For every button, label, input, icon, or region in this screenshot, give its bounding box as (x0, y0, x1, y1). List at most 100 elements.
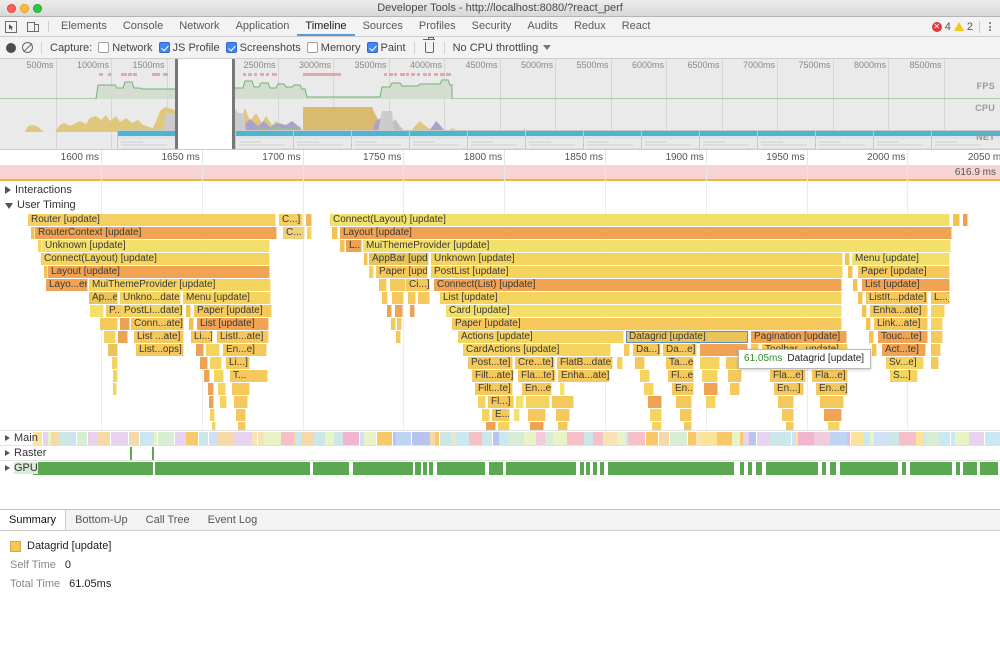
flame-bar[interactable]: PostLi...date] (121, 305, 183, 317)
flame-bar[interactable]: List [update] (197, 318, 269, 330)
gpu-track-event[interactable] (830, 462, 836, 475)
main-track-event[interactable] (670, 432, 687, 445)
timeline-overview[interactable]: 500ms1000ms1500ms2000ms2500ms3000ms3500m… (0, 59, 1000, 149)
flame-bar[interactable]: FlatB...date] (557, 357, 613, 369)
flame-bar-unlabeled[interactable] (206, 344, 220, 356)
flame-bar[interactable]: T... (230, 370, 268, 382)
flame-bar[interactable]: Unknown [update] (431, 253, 843, 265)
flame-bar-unlabeled[interactable] (209, 396, 214, 408)
main-track-event[interactable] (749, 432, 756, 445)
flame-bar[interactable]: Paper [update] (376, 266, 428, 278)
raster-track-event[interactable] (152, 447, 154, 460)
flame-bar-unlabeled[interactable] (232, 383, 250, 395)
flame-bar[interactable]: ListI...ate] (217, 331, 269, 343)
flame-bar[interactable]: En...e] (223, 344, 267, 356)
main-track-event[interactable] (508, 432, 524, 445)
flame-bar[interactable]: Fl...] (488, 396, 514, 408)
flame-bar[interactable]: List [update] (862, 279, 950, 291)
tab-redux[interactable]: Redux (566, 17, 614, 36)
main-track-event[interactable] (158, 432, 174, 445)
flame-bar-unlabeled[interactable] (113, 370, 118, 382)
flame-bar[interactable]: Unkno...date] (120, 292, 181, 304)
flame-bar[interactable]: Fla...e] (770, 370, 806, 382)
flame-bar-unlabeled[interactable] (617, 357, 623, 369)
flame-bar[interactable]: Li...] (226, 357, 250, 369)
main-track-event[interactable] (786, 432, 791, 445)
flame-bar-unlabeled[interactable] (676, 396, 692, 408)
flame-bar[interactable]: Enha...ate] (870, 305, 928, 317)
gpu-track-event[interactable] (910, 462, 952, 475)
main-track-event[interactable] (717, 432, 732, 445)
main-track-event[interactable] (688, 432, 696, 445)
gpu-track-event[interactable] (840, 462, 898, 475)
flame-bar-unlabeled[interactable] (680, 409, 692, 421)
flame-bar[interactable]: ListIt...pdate] (866, 292, 928, 304)
capture-memory-checkbox[interactable]: Memory (307, 42, 361, 54)
flame-bar-unlabeled[interactable] (931, 357, 939, 369)
tab-elements[interactable]: Elements (53, 17, 115, 36)
gpu-track-event[interactable] (437, 462, 485, 475)
flame-bar[interactable]: Act...te] (882, 344, 926, 356)
main-track-event[interactable] (899, 432, 916, 445)
flame-bar[interactable]: Post...te] (468, 357, 513, 369)
flame-bar-unlabeled[interactable] (828, 422, 840, 430)
flame-bar[interactable]: Ap...e] (89, 292, 118, 304)
flame-bar-unlabeled[interactable] (214, 370, 224, 382)
flame-bar-unlabeled[interactable] (186, 305, 191, 317)
record-button[interactable] (6, 43, 16, 53)
flame-bar[interactable]: Ta...e] (666, 357, 694, 369)
gpu-track-event[interactable] (415, 462, 421, 475)
flame-bar-unlabeled[interactable] (410, 305, 415, 317)
flame-bar-unlabeled[interactable] (702, 370, 718, 382)
main-track-event[interactable] (334, 432, 343, 445)
flame-bar-unlabeled[interactable] (236, 409, 246, 421)
main-track-event[interactable] (412, 432, 421, 445)
details-tab-summary[interactable]: Summary (0, 510, 66, 530)
flame-bar-unlabeled[interactable] (624, 344, 630, 356)
flame-bar-unlabeled[interactable] (704, 383, 718, 395)
flame-bar-unlabeled[interactable] (820, 396, 844, 408)
track-main-bars[interactable] (0, 432, 1000, 445)
track-gpu-bars[interactable] (0, 462, 1000, 475)
flame-bar[interactable]: Datagrid [update] (626, 331, 748, 343)
flame-bar-unlabeled[interactable] (234, 396, 248, 408)
flame-bar[interactable]: Connect(Layout) [update] (330, 214, 950, 226)
flame-bar[interactable]: Sv...e] (886, 357, 924, 369)
group-header-user-timing[interactable]: User Timing (0, 197, 1000, 212)
flame-bar-unlabeled[interactable] (204, 370, 210, 382)
flame-bar-unlabeled[interactable] (530, 422, 544, 430)
main-track-event[interactable] (701, 432, 717, 445)
flame-bar[interactable]: Fla...te] (518, 370, 556, 382)
flame-bar-unlabeled[interactable] (218, 383, 226, 395)
flame-bar[interactable]: Connect(List) [update] (434, 279, 842, 291)
raster-track-event[interactable] (130, 447, 132, 460)
flame-bar[interactable]: Paper [update] (452, 318, 842, 330)
flame-bar-unlabeled[interactable] (824, 409, 842, 421)
flame-bar[interactable]: En...] (672, 383, 694, 395)
flame-bar-unlabeled[interactable] (220, 396, 227, 408)
main-track-event[interactable] (234, 432, 243, 445)
tab-console[interactable]: Console (115, 17, 171, 36)
flame-bar-unlabeled[interactable] (113, 383, 117, 395)
details-tab-bottom-up[interactable]: Bottom-Up (66, 510, 137, 530)
gpu-track-event[interactable] (748, 462, 752, 475)
main-track-event[interactable] (757, 432, 770, 445)
capture-network-checkbox[interactable]: Network (98, 42, 152, 54)
main-track-event[interactable] (469, 432, 482, 445)
main-track-event[interactable] (316, 432, 325, 445)
flame-bar-unlabeled[interactable] (238, 422, 246, 430)
main-track-event[interactable] (154, 432, 157, 445)
gpu-track-event[interactable] (429, 462, 433, 475)
tab-application[interactable]: Application (228, 17, 298, 36)
main-track-event[interactable] (396, 432, 411, 445)
flame-bar-unlabeled[interactable] (650, 409, 662, 421)
flame-bar[interactable]: Unknown [update] (42, 240, 270, 252)
flame-bar[interactable]: Filt...te] (475, 383, 513, 395)
main-track-event[interactable] (186, 432, 198, 445)
flame-bar-unlabeled[interactable] (408, 292, 416, 304)
flame-bar-unlabeled[interactable] (953, 214, 960, 226)
gpu-track-event[interactable] (608, 462, 734, 475)
main-track-event[interactable] (281, 432, 294, 445)
gpu-track-event[interactable] (980, 462, 998, 475)
main-track-event[interactable] (421, 432, 430, 445)
